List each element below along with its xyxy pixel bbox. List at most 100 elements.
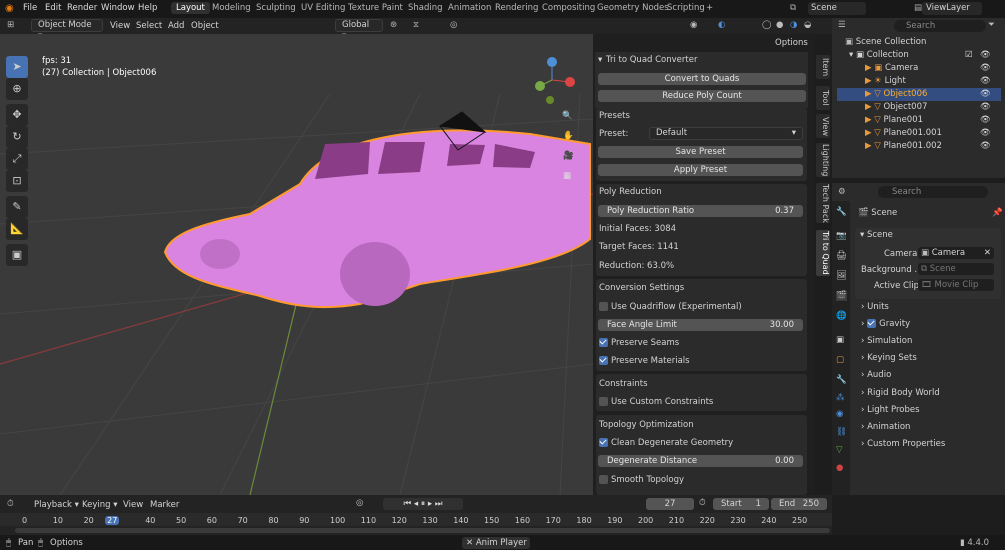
visibility-icon[interactable]: ◉ xyxy=(690,20,697,30)
collection-checkbox[interactable]: ☑ xyxy=(965,49,973,62)
stopwatch-icon[interactable]: ⏱ xyxy=(699,498,706,508)
eye-icon[interactable]: 👁 xyxy=(980,75,991,88)
next-key-icon[interactable]: ▸ xyxy=(428,499,432,509)
tab-rendering[interactable]: Rendering xyxy=(495,3,538,13)
outliner-scene-collection[interactable]: ▣ Scene Collection xyxy=(837,36,1001,49)
constraints-tab-icon[interactable]: ⛓ xyxy=(836,427,847,437)
scene-selector[interactable]: Scene xyxy=(808,2,866,15)
pause-icon[interactable]: ⏸ xyxy=(421,499,425,509)
filter-icon[interactable]: ⏷ xyxy=(988,20,995,30)
cursor-tool-icon[interactable]: ⊕ xyxy=(6,78,28,100)
custom-constraints-checkbox[interactable]: Use Custom Constraints xyxy=(599,397,713,407)
tab-layout[interactable]: Layout xyxy=(171,2,210,14)
snap-icon[interactable]: ⧖ xyxy=(413,20,419,30)
collapse-icon[interactable]: ▾ xyxy=(598,55,602,65)
camera-view-icon[interactable]: 🎥 xyxy=(563,151,574,161)
shading-solid-icon[interactable]: ● xyxy=(776,20,783,30)
car-object[interactable] xyxy=(163,129,591,309)
eye-icon[interactable]: 👁 xyxy=(980,114,991,127)
tab-compositing[interactable]: Compositing xyxy=(542,3,595,13)
eye-icon[interactable]: 👁 xyxy=(980,62,991,75)
measure-tool-icon[interactable]: 📐 xyxy=(6,218,28,240)
tab-lighting[interactable]: Lighting xyxy=(816,143,830,177)
jump-end-icon[interactable]: ⏭ xyxy=(435,499,443,509)
pin-icon[interactable]: 📌 xyxy=(992,208,1003,218)
section-gravity[interactable]: › Gravity xyxy=(855,316,1001,332)
menu-window[interactable]: Window xyxy=(101,3,135,13)
tab-scripting[interactable]: Scripting xyxy=(667,3,705,13)
apply-preset-button[interactable]: Apply Preset xyxy=(598,164,803,176)
3d-viewport[interactable]: fps: 31 (27) Collection | Object006 ➤ ⊕ … xyxy=(0,34,593,495)
timeline-editor-icon[interactable]: ⏱ xyxy=(7,499,14,509)
clean-degenerate-checkbox[interactable]: Clean Degenerate Geometry xyxy=(599,438,733,448)
prev-key-icon[interactable]: ◂ xyxy=(414,499,418,509)
current-frame-field[interactable]: 27 xyxy=(646,498,694,510)
object-tab-icon[interactable]: ▢ xyxy=(836,355,844,365)
gravity-check[interactable] xyxy=(867,319,877,328)
proportional-edit-icon[interactable]: ◎ xyxy=(450,20,457,30)
tab-view[interactable]: View xyxy=(816,114,830,138)
outliner-item-plane001-001[interactable]: ▶ ▽ Plane001.001 👁 xyxy=(837,127,1001,140)
perspective-grid-icon[interactable]: ▦ xyxy=(563,171,571,181)
record-icon[interactable]: ◎ xyxy=(356,498,363,508)
eye-icon[interactable]: 👁 xyxy=(980,101,991,114)
playback-menu[interactable]: Playback ▾ xyxy=(34,500,79,510)
smooth-topology-checkbox[interactable]: Smooth Topology xyxy=(599,475,684,485)
convert-to-quads-button[interactable]: Convert to Quads xyxy=(598,73,806,85)
timeline-view-menu[interactable]: View xyxy=(123,500,143,510)
scene-panel-header[interactable]: ▾ Scene xyxy=(860,230,893,240)
outliner-editor-icon[interactable]: ☰ xyxy=(838,20,846,30)
timeline-scrollbar[interactable] xyxy=(15,528,830,533)
preserve-seams-check[interactable] xyxy=(599,338,608,347)
data-tab-icon[interactable]: ▽ xyxy=(836,445,843,455)
mode-dropdown[interactable]: Object Mode ▾ xyxy=(31,19,103,41)
active-clip-field[interactable]: 🎞 Movie Clip xyxy=(918,279,994,291)
smooth-topology-check[interactable] xyxy=(599,475,608,484)
menu-file[interactable]: File xyxy=(23,3,37,13)
eye-icon[interactable]: 👁 xyxy=(980,127,991,140)
zoom-icon[interactable]: 🔍 xyxy=(562,111,573,121)
marker-menu[interactable]: Marker xyxy=(150,500,179,510)
shading-rendered-icon[interactable]: ◒ xyxy=(804,20,811,30)
render-tab-icon[interactable]: 📷 xyxy=(836,231,847,241)
overlays-icon[interactable]: ◐ xyxy=(718,20,725,30)
preserve-materials-checkbox[interactable]: Preserve Materials xyxy=(599,356,690,366)
end-frame-field[interactable]: End 250 xyxy=(771,498,827,510)
menu-object[interactable]: Object xyxy=(191,21,219,31)
anim-player-job[interactable]: ✕ Anim Player xyxy=(462,537,530,549)
background-scene-field[interactable]: ⧉ Scene xyxy=(918,263,994,275)
transform-tool-icon[interactable]: ⊡ xyxy=(6,170,28,192)
tab-tech-pack[interactable]: Tech Pack xyxy=(816,183,830,223)
physics-tab-icon[interactable]: ◉ xyxy=(836,409,843,419)
material-tab-icon[interactable]: ● xyxy=(836,463,843,473)
start-frame-field[interactable]: Start 1 xyxy=(713,498,769,510)
reduce-poly-count-button[interactable]: Reduce Poly Count xyxy=(598,90,806,102)
quadriflow-checkbox[interactable]: Use Quadriflow (Experimental) xyxy=(599,302,742,312)
scene-tab-icon[interactable]: 🎬 xyxy=(836,291,847,301)
outliner-item-object006[interactable]: ▶ ▽ Object006 👁 xyxy=(837,88,1001,101)
output-tab-icon[interactable]: 🖨 xyxy=(836,251,847,261)
keying-menu[interactable]: Keying ▾ xyxy=(82,500,118,510)
tab-sculpting[interactable]: Sculpting xyxy=(256,3,296,13)
outliner-collection[interactable]: ▾ ▣ Collection ☑ 👁 xyxy=(837,49,1001,62)
preserve-materials-check[interactable] xyxy=(599,356,608,365)
quadriflow-check[interactable] xyxy=(599,302,608,311)
menu-render[interactable]: Render xyxy=(67,3,97,13)
poly-reduction-ratio-slider[interactable]: Poly Reduction Ratio 0.37 xyxy=(598,205,803,217)
outliner-item-plane001-002[interactable]: ▶ ▽ Plane001.002 👁 xyxy=(837,140,1001,153)
blender-logo-icon[interactable]: ◉ xyxy=(5,3,14,14)
section-simulation[interactable]: › Simulation xyxy=(855,333,1001,349)
outliner-search-input[interactable]: Search xyxy=(894,20,986,32)
tab-tri-to-quad[interactable]: Tri to Quad xyxy=(816,230,830,276)
section-custom-properties[interactable]: › Custom Properties xyxy=(855,436,1001,452)
close-icon[interactable]: ✕ xyxy=(466,538,476,548)
editor-type-icon[interactable]: ⊞ xyxy=(7,20,14,30)
eye-icon[interactable]: 👁 xyxy=(980,140,991,153)
jump-start-icon[interactable]: ⏮ xyxy=(404,499,412,509)
tool-tab-icon[interactable]: 🔧 xyxy=(836,207,847,217)
preset-dropdown[interactable]: Default ▾ xyxy=(649,127,803,140)
menu-help[interactable]: Help xyxy=(138,3,157,13)
section-animation[interactable]: › Animation xyxy=(855,419,1001,435)
tab-item[interactable]: Item xyxy=(816,55,830,79)
tab-texture-paint[interactable]: Texture Paint xyxy=(348,3,403,13)
